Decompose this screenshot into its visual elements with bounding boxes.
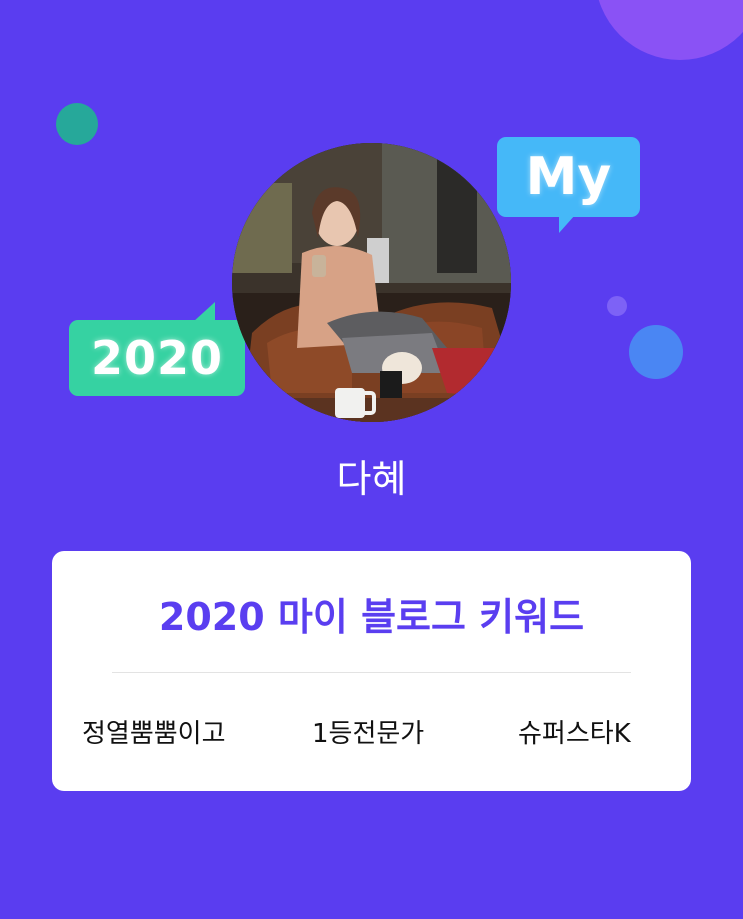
profile-nickname: 다혜: [336, 457, 407, 501]
my-badge: My: [497, 137, 640, 233]
card-divider: [112, 672, 631, 673]
keyword-item: 정열뿜뿜이고: [82, 719, 226, 749]
card-title: 2020 마이 블로그 키워드: [158, 595, 585, 639]
decorative-circle-green: [56, 103, 98, 145]
my-badge-label: My: [525, 147, 612, 207]
avatar-photo: [232, 143, 511, 422]
year-badge-label: 2020: [90, 331, 224, 385]
decorative-circle-top: [595, 0, 743, 60]
decorative-circle-small: [607, 296, 627, 316]
year-badge: 2020: [69, 320, 245, 396]
decorative-circle-blue: [629, 325, 683, 379]
keyword-item: 슈퍼스타K: [518, 719, 631, 749]
profile-avatar: [232, 143, 511, 422]
keyword-item: 1등전문가: [312, 719, 425, 749]
